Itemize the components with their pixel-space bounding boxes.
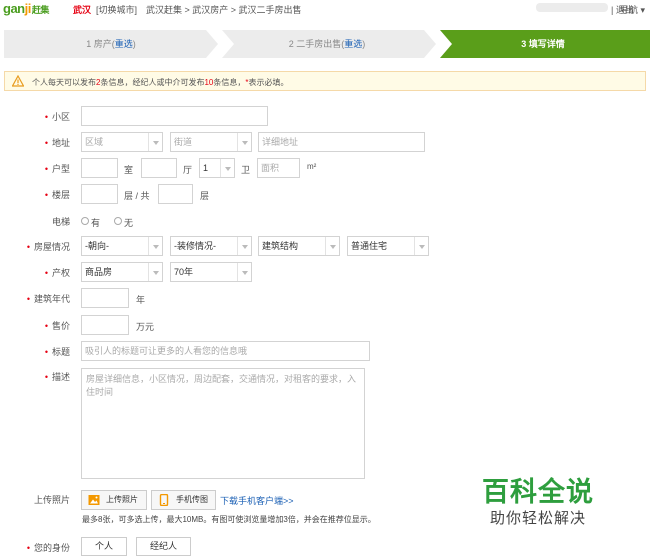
upload-hint: 最多8张，可多选上传，最大10MB。有图可使浏览量增加3倍，并会在推荐位显示。 (82, 515, 376, 524)
area-input[interactable]: 面积 (257, 158, 300, 178)
label-year-built: 建筑年代 (33, 294, 70, 304)
image-icon (88, 495, 100, 505)
title-input[interactable]: 吸引人的标题可让更多的人看您的信息哦 (81, 341, 370, 361)
step-2-reselect-link[interactable]: 重选 (344, 39, 362, 49)
notice-bar: 个人每天可以发布2条信息，经纪人或中介可发布10条信息，*表示必填。 (4, 71, 646, 91)
step-1-reselect-link[interactable]: 重选 (115, 39, 133, 49)
nav-menu[interactable]: 导航 ▾ (620, 3, 645, 16)
row-year-built: • 建筑年代 年 (0, 288, 650, 308)
step-3-active: 3 填写详情 (436, 30, 650, 58)
label-address: 地址 (51, 138, 70, 148)
street-select[interactable]: 街道 (170, 132, 252, 152)
price-input[interactable] (81, 315, 129, 335)
halls-input[interactable] (141, 158, 177, 178)
chevron-down-icon (148, 133, 162, 151)
current-city: 武汉 (73, 5, 92, 15)
breadcrumb[interactable]: 武汉赶集 > 武汉房产 > 武汉二手房出售 (146, 3, 302, 16)
watermark-title: 百科全说 (482, 477, 594, 507)
chevron-down-icon (414, 237, 428, 255)
floor-input[interactable] (81, 184, 118, 204)
row-price: • 售价 万元 (0, 315, 650, 335)
chevron-down-icon (237, 237, 251, 255)
chevron-down-icon (220, 159, 234, 177)
row-floor: • 楼层 层 / 共 层 (0, 184, 650, 204)
description-textarea[interactable]: 房屋详细信息，小区情况，周边配套，交通情况，对租客的要求，入住时间 (81, 368, 365, 479)
label-identity: 您的身份 (33, 543, 70, 553)
elevator-no-radio[interactable] (114, 217, 122, 225)
progress-steps: 1 房产(重选) 2 二手房出售(重选) 3 填写详情 (4, 30, 650, 58)
label-floor: 楼层 (51, 190, 70, 200)
bath-select[interactable]: 1 (199, 158, 235, 178)
elevator-yes-radio[interactable] (81, 217, 89, 225)
chevron-down-icon (148, 263, 162, 281)
row-property: • 产权 商品房 70年 (0, 262, 650, 282)
label-photos: 上传照片 (33, 495, 70, 505)
total-floors-input[interactable] (158, 184, 193, 204)
top-bar: ganji赶集 武汉 [切换城市] 武汉赶集 > 武汉房产 > 武汉二手房出售 … (0, 0, 650, 16)
identity-agent-button[interactable]: 经纪人 (136, 537, 191, 556)
orientation-select[interactable]: -朝向- (81, 236, 163, 256)
username-blurred (536, 3, 608, 12)
row-condition: • 房屋情况 -朝向- -装修情况- 建筑结构 普通住宅 (0, 236, 650, 256)
row-xiaoqu: • 小区 (0, 106, 650, 126)
upload-photo-button[interactable]: 上传照片 (81, 490, 147, 510)
xiaoqu-input[interactable] (81, 106, 268, 126)
chevron-down-icon (148, 237, 162, 255)
step-1: 1 房产(重选) (4, 30, 218, 58)
row-title: • 标题 吸引人的标题可让更多的人看您的信息哦 (0, 341, 650, 361)
label-elevator: 电梯 (51, 217, 70, 227)
textarea-scrollbar[interactable] (359, 370, 363, 478)
address-detail-input[interactable]: 详细地址 (258, 132, 425, 152)
warning-icon (12, 75, 24, 87)
notice-text: 个人每天可以发布2条信息，经纪人或中介可发布10条信息，*表示必填。 (32, 78, 289, 87)
label-property: 产权 (51, 268, 70, 278)
chevron-down-icon (325, 237, 339, 255)
download-app-link[interactable]: 下载手机客户端>> (220, 494, 294, 507)
label-price: 售价 (51, 321, 70, 331)
property-years-select[interactable]: 70年 (170, 262, 252, 282)
label-title: 标题 (51, 347, 70, 357)
label-xiaoqu: 小区 (51, 112, 70, 122)
rooms-input[interactable] (81, 158, 118, 178)
step-2: 2 二手房出售(重选) (218, 30, 436, 58)
chevron-down-icon (237, 263, 251, 281)
chevron-down-icon (237, 133, 251, 151)
row-address: • 地址 区域 街道 详细地址 (0, 132, 650, 152)
house-type-select[interactable]: 普通住宅 (347, 236, 429, 256)
label-condition: 房屋情况 (33, 242, 70, 252)
year-built-input[interactable] (81, 288, 129, 308)
district-select[interactable]: 区域 (81, 132, 163, 152)
phone-upload-button[interactable]: 手机传图 (151, 490, 216, 510)
identity-personal-button[interactable]: 个人 (81, 537, 127, 556)
switch-city-link[interactable]: [切换城市] (96, 3, 137, 16)
watermark-subtitle: 助你轻松解决 (490, 510, 587, 527)
label-desc: 描述 (51, 372, 70, 382)
label-huxing: 户型 (51, 164, 70, 174)
structure-select[interactable]: 建筑结构 (258, 236, 340, 256)
row-huxing: • 户型 室 厅 1 卫 面积 m² (0, 158, 650, 178)
mobile-phone-icon (159, 494, 169, 506)
property-type-select[interactable]: 商品房 (81, 262, 163, 282)
row-elevator: 电梯 有 无 (0, 211, 650, 231)
ganji-logo[interactable]: ganji赶集 (3, 1, 49, 16)
decoration-select[interactable]: -装修情况- (170, 236, 252, 256)
